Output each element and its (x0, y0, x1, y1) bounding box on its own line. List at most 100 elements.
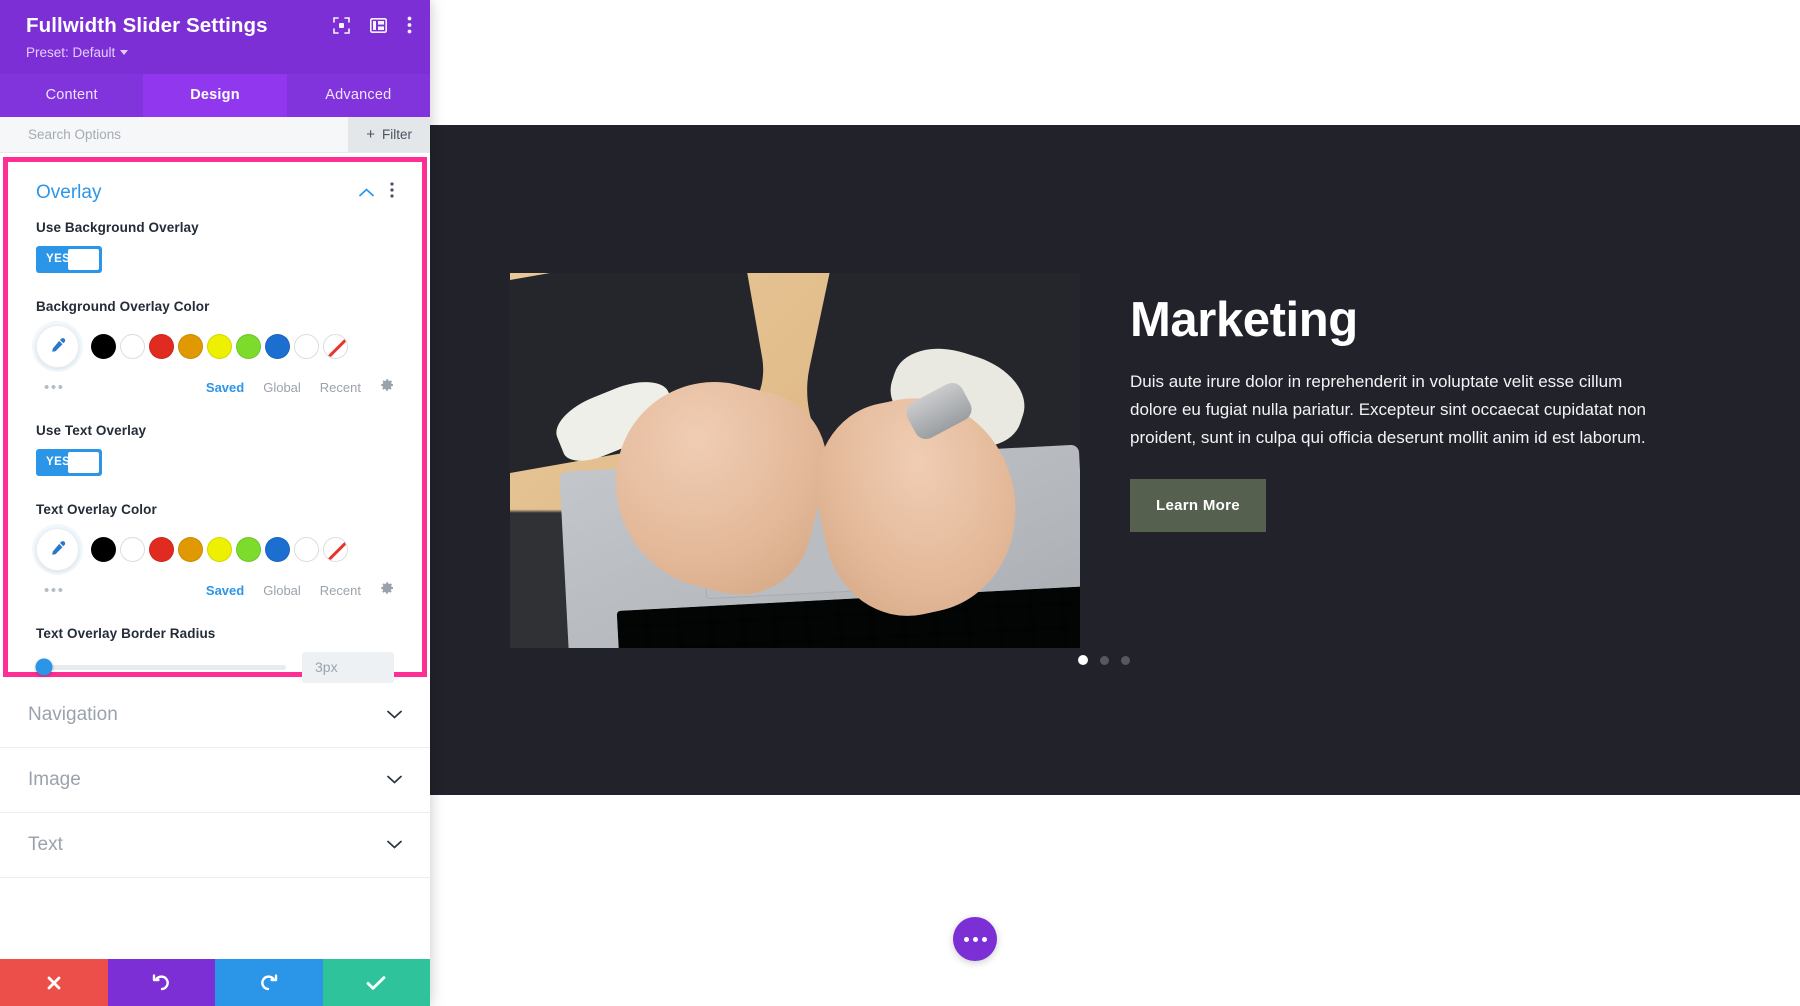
field-label: Use Text Overlay (36, 422, 147, 438)
swatch-tab-recent[interactable]: Recent (320, 583, 361, 598)
field-text-overlay-border-radius: Text Overlay Border Radius 3px (35, 625, 394, 683)
swatch-black[interactable] (91, 333, 116, 359)
tab-content[interactable]: Content (0, 74, 143, 117)
field-use-text-overlay: Use Text Overlay YES (36, 423, 394, 476)
swatch-tab-saved[interactable]: Saved (206, 583, 244, 598)
swatch-tab-global[interactable]: Global (263, 583, 301, 598)
field-label: Text Overlay Color (36, 501, 157, 517)
swatch-green[interactable] (236, 536, 261, 562)
border-radius-value: 3px (315, 659, 338, 676)
swatch-tab-global[interactable]: Global (263, 380, 301, 395)
swatch-white[interactable] (120, 536, 145, 562)
page-settings-fab[interactable] (953, 917, 997, 961)
eyedropper-icon[interactable] (36, 324, 79, 368)
section-text[interactable]: Text (0, 813, 430, 878)
tab-design[interactable]: Design (143, 73, 287, 117)
slider-dot-1[interactable] (1078, 655, 1088, 665)
text-overlay-swatch-meta: ••• Saved Global Recent (36, 581, 394, 600)
section-title: Image (28, 768, 81, 790)
chevron-down-icon[interactable] (387, 836, 402, 854)
panel-header: Fullwidth Slider Settings Preset: Defaul… (0, 0, 430, 74)
slider-pagination (1078, 655, 1130, 665)
slider-dot-3[interactable] (1121, 655, 1130, 665)
redo-button[interactable] (215, 959, 323, 1006)
chevron-down-icon[interactable] (387, 706, 402, 724)
chevron-down-icon[interactable] (387, 771, 402, 789)
swatch-white-2[interactable] (294, 333, 319, 359)
panel-tabs: Content Design Advanced (0, 73, 430, 117)
section-navigation[interactable]: Navigation (0, 683, 430, 748)
gear-icon[interactable] (380, 378, 394, 397)
preset-label: Preset: Default (26, 44, 116, 60)
slide-heading: Marketing (1130, 293, 1358, 347)
swatch-yellow[interactable] (207, 536, 232, 562)
swatch-orange[interactable] (178, 536, 203, 562)
border-radius-slider[interactable] (35, 658, 286, 676)
undo-button[interactable] (107, 959, 215, 1006)
section-image[interactable]: Image (0, 748, 430, 813)
fullscreen-icon[interactable] (333, 16, 350, 34)
slider-handle[interactable] (35, 658, 53, 676)
overlay-section-highlight: Overlay Use Background Overlay YES Backg… (3, 156, 427, 683)
save-button[interactable] (322, 959, 430, 1006)
swatch-green[interactable] (236, 333, 261, 359)
swatch-white-2[interactable] (294, 536, 319, 562)
swatch-tab-recent[interactable]: Recent (320, 380, 361, 395)
field-label: Background Overlay Color (36, 298, 210, 314)
use-text-overlay-toggle[interactable]: YES (36, 448, 102, 476)
tab-advanced[interactable]: Advanced (287, 74, 430, 117)
swatch-yellow[interactable] (207, 333, 232, 359)
learn-more-button[interactable]: Learn More (1130, 479, 1266, 533)
ellipsis-icon-dot-1 (963, 936, 969, 942)
kebab-menu-icon[interactable] (390, 182, 394, 203)
ellipsis-icon[interactable]: ••• (44, 380, 65, 395)
swatch-blue[interactable] (265, 536, 290, 562)
preset-selector[interactable]: Preset: Default (26, 44, 129, 60)
eyedropper-icon[interactable] (36, 527, 79, 571)
swatch-red[interactable] (149, 536, 174, 562)
photo-keyboard (616, 586, 1080, 648)
ellipsis-icon[interactable]: ••• (44, 583, 65, 598)
toggle-value: YES (46, 253, 71, 266)
layout-columns-icon[interactable] (370, 17, 387, 33)
field-label: Use Background Overlay (36, 219, 199, 235)
filter-button-label: Filter (382, 126, 412, 142)
app-root: Fullwidth Slider Settings Preset: Defaul… (0, 0, 1800, 1006)
field-label: Text Overlay Border Radius (36, 625, 216, 641)
swatch-transparent[interactable] (323, 536, 348, 562)
swatch-red[interactable] (149, 333, 174, 359)
page-preview: Marketing Duis aute irure dolor in repre… (430, 0, 1800, 1006)
swatch-tab-saved[interactable]: Saved (206, 380, 244, 395)
module-settings-panel: Fullwidth Slider Settings Preset: Defaul… (0, 0, 430, 1006)
swatch-orange[interactable] (178, 333, 203, 359)
swatch-black[interactable] (91, 536, 116, 562)
background-overlay-swatch-row (36, 324, 394, 368)
ellipsis-icon-dot-3 (981, 936, 987, 942)
cancel-button[interactable] (0, 959, 108, 1006)
toggle-knob (68, 451, 99, 473)
toggle-knob (68, 248, 99, 270)
gear-icon[interactable] (380, 581, 394, 600)
search-input[interactable] (28, 126, 349, 142)
chevron-up-icon[interactable] (359, 184, 374, 202)
background-overlay-swatch-meta: ••• Saved Global Recent (36, 378, 394, 397)
use-background-overlay-toggle[interactable]: YES (36, 245, 102, 273)
border-radius-value-input[interactable]: 3px (302, 651, 394, 683)
ellipsis-icon-dot-2 (972, 936, 978, 942)
panel-scroll-body: Overlay Use Background Overlay YES Backg… (0, 152, 430, 959)
toggle-value: YES (46, 456, 71, 469)
slide-text-block: Marketing Duis aute irure dolor in repre… (1130, 293, 1660, 533)
fullwidth-slider: Marketing Duis aute irure dolor in repre… (430, 125, 1800, 795)
filter-button[interactable]: + Filter (348, 116, 430, 152)
field-background-overlay-color: Background Overlay Color ••• Saved Globa… (36, 299, 394, 397)
panel-footer-actions (0, 959, 430, 1006)
text-overlay-swatch-row (36, 527, 394, 571)
slider-dot-2[interactable] (1100, 655, 1109, 665)
kebab-menu-icon[interactable] (407, 16, 412, 34)
swatch-white[interactable] (120, 333, 145, 359)
swatch-transparent[interactable] (323, 333, 348, 359)
overlay-section-header: Overlay (36, 182, 394, 220)
slide-body-text: Duis aute irure dolor in reprehenderit i… (1130, 372, 1647, 447)
panel-header-icons (333, 16, 412, 34)
swatch-blue[interactable] (265, 333, 290, 359)
